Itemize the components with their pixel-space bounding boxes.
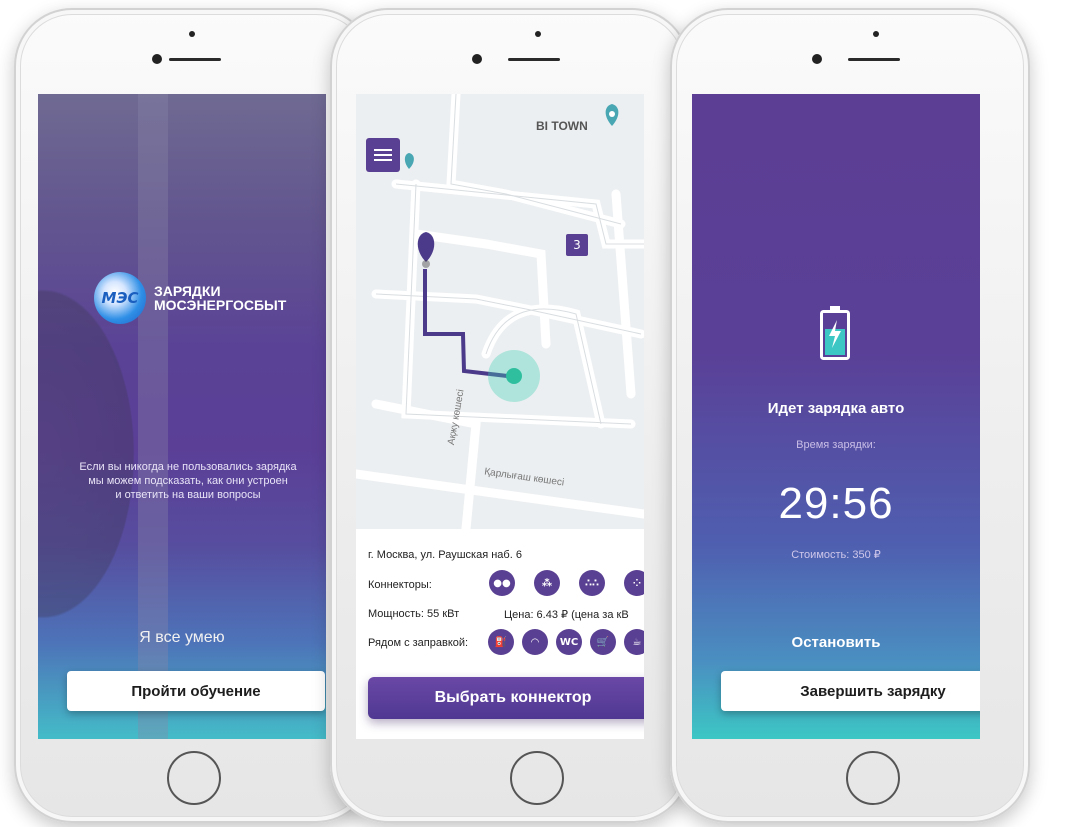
connector-chademo-icon[interactable]: ∴∴ bbox=[579, 570, 605, 596]
station-price: Цена: 6.43 ₽ (цена за кВ bbox=[504, 609, 629, 621]
intro-line-2: мы можем подсказать, как они устроен bbox=[88, 475, 288, 487]
map-view[interactable]: BI TOWN 3 Ақжу көшесі Қарлығаш көшесі bbox=[356, 94, 644, 529]
connector-ccs-icon[interactable]: ⁘ bbox=[624, 570, 644, 596]
choose-connector-button[interactable]: Выбрать коннектор bbox=[368, 677, 644, 719]
intro-line-3: и ответить на ваши вопросы bbox=[115, 489, 261, 501]
intro-line-1: Если вы никогда не пользовались зарядка bbox=[79, 461, 297, 473]
stop-charging-link[interactable]: Остановить bbox=[692, 634, 980, 651]
home-button[interactable] bbox=[846, 751, 900, 805]
phone-frame-charging: Идет зарядка авто Время зарядки: 29:56 С… bbox=[670, 8, 1030, 823]
front-sensor bbox=[873, 31, 879, 37]
coffee-icon: ☕ bbox=[624, 629, 644, 655]
intro-text: Если вы никогда не пользовались зарядка … bbox=[38, 460, 326, 502]
fuel-icon: ⛽ bbox=[488, 629, 514, 655]
charging-timer: 29:56 bbox=[778, 479, 894, 528]
connector-type1-icon[interactable]: ●● bbox=[489, 570, 515, 596]
charging-status: Идет зарядка авто bbox=[767, 400, 905, 417]
phone-frame-onboarding: МЭС ЗАРЯДКИ МОСЭНЕРГОСБЫТ Если вы никогд… bbox=[14, 8, 374, 823]
front-camera bbox=[152, 54, 162, 64]
place-label: BI TOWN bbox=[536, 119, 588, 133]
front-camera bbox=[812, 54, 822, 64]
charging-cost: Стоимость: 350 ₽ bbox=[791, 549, 881, 561]
home-button[interactable] bbox=[510, 751, 564, 805]
brand-line-1: ЗАРЯДКИ bbox=[154, 283, 221, 299]
wifi-icon: ◠ bbox=[522, 629, 548, 655]
station-cluster-badge[interactable]: 3 bbox=[566, 234, 588, 256]
phone-frame-map: BI TOWN 3 Ақжу көшесі Қарлығаш көшесі г.… bbox=[330, 8, 690, 823]
charging-screen: Идет зарядка авто Время зарядки: 29:56 С… bbox=[692, 94, 980, 739]
menu-button[interactable] bbox=[366, 138, 400, 172]
front-sensor bbox=[535, 31, 541, 37]
earpiece-speaker bbox=[848, 58, 900, 61]
finish-charging-button[interactable]: Завершить зарядку bbox=[721, 671, 980, 711]
home-button[interactable] bbox=[167, 751, 221, 805]
logo-text: МЭС bbox=[101, 289, 139, 307]
earpiece-speaker bbox=[169, 58, 221, 61]
station-power: Мощность: 55 кВт bbox=[368, 608, 460, 620]
station-address: г. Москва, ул. Раушская наб. 6 bbox=[368, 549, 522, 561]
connector-type2-icon[interactable]: ⁂ bbox=[534, 570, 560, 596]
wc-label: WC bbox=[559, 636, 579, 648]
skip-tutorial-link[interactable]: Я все умею bbox=[38, 629, 326, 647]
front-sensor bbox=[189, 31, 195, 37]
earpiece-speaker bbox=[508, 58, 560, 61]
nearby-label: Рядом с заправкой: bbox=[368, 637, 469, 649]
brand-name: ЗАРЯДКИ МОСЭНЕРГОСБЫТ bbox=[154, 284, 286, 312]
brand-line-2: МОСЭНЕРГОСБЫТ bbox=[154, 297, 287, 313]
map-screen: BI TOWN 3 Ақжу көшесі Қарлығаш көшесі г.… bbox=[356, 94, 644, 739]
wc-icon: WC bbox=[556, 629, 582, 655]
mes-logo: МЭС bbox=[94, 272, 146, 324]
cart-icon: 🛒 bbox=[590, 629, 616, 655]
charging-time-label: Время зарядки: bbox=[796, 439, 876, 451]
tutorial-button[interactable]: Пройти обучение bbox=[67, 671, 325, 711]
onboarding-screen: МЭС ЗАРЯДКИ МОСЭНЕРГОСБЫТ Если вы никогд… bbox=[38, 94, 326, 739]
battery-charging-icon bbox=[820, 306, 850, 360]
connectors-label: Коннекторы: bbox=[368, 579, 432, 591]
front-camera bbox=[472, 54, 482, 64]
